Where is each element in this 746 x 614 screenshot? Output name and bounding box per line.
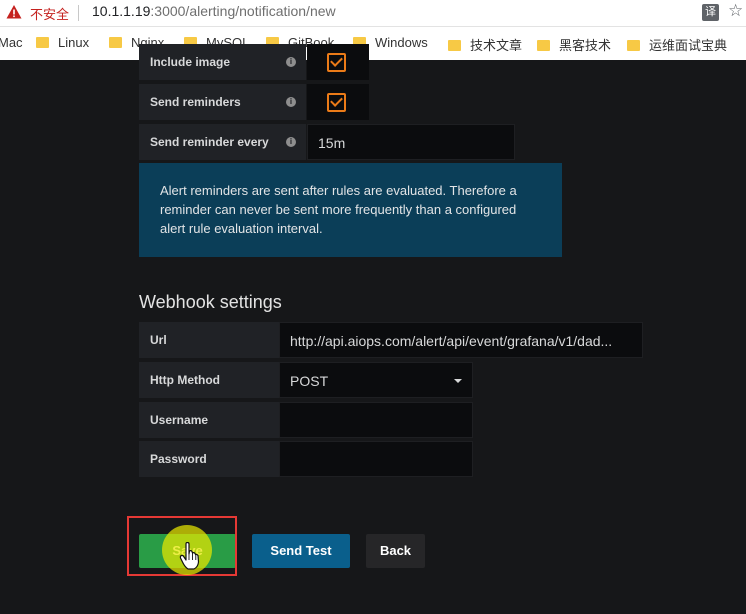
send-test-button[interactable]: Send Test xyxy=(252,534,350,568)
password-input[interactable] xyxy=(279,441,473,477)
bookmark-label: Mac xyxy=(0,35,23,50)
bookmarks-bar: Mac Linux Nginx MySQL GitBook Windows 技术… xyxy=(0,27,746,60)
info-icon[interactable]: i xyxy=(286,97,296,107)
webhook-url-input[interactable]: http://api.aiops.com/alert/api/event/gra… xyxy=(279,322,643,358)
bookmark-item[interactable]: Mac xyxy=(0,35,23,50)
include-image-label: Include image i xyxy=(139,44,306,80)
bookmark-label: 黑客技术 xyxy=(559,38,612,53)
reminder-info-box: Alert reminders are sent after rules are… xyxy=(139,163,562,257)
translate-icon[interactable]: 译 xyxy=(702,4,719,21)
checkbox-checked-icon xyxy=(327,93,346,112)
bookmark-label: 技术文章 xyxy=(470,38,523,53)
bookmark-label: Linux xyxy=(58,35,90,50)
bookmark-item[interactable]: 技术文章 xyxy=(448,35,522,54)
send-reminders-checkbox[interactable] xyxy=(307,84,369,120)
bookmark-item[interactable]: Linux xyxy=(36,35,89,50)
reminder-interval-input[interactable]: 15m xyxy=(307,124,515,160)
back-button[interactable]: Back xyxy=(366,534,425,568)
bookmark-label: 运维面试宝典 xyxy=(649,38,728,53)
http-method-select[interactable]: POST xyxy=(279,362,473,398)
bookmark-star-icon[interactable]: ☆ xyxy=(728,1,743,21)
folder-icon xyxy=(627,40,640,51)
caret-down-icon xyxy=(454,379,462,383)
send-reminder-every-text: Send reminder every xyxy=(150,135,269,149)
folder-icon xyxy=(109,37,122,48)
info-icon[interactable]: i xyxy=(286,57,296,67)
bookmark-item[interactable]: 运维面试宝典 xyxy=(627,35,727,54)
include-image-checkbox[interactable] xyxy=(307,44,369,80)
folder-icon xyxy=(36,37,49,48)
webhook-settings-title: Webhook settings xyxy=(139,292,282,312)
send-reminder-every-label: Send reminder every i xyxy=(139,124,306,160)
hand-pointer-cursor-icon xyxy=(179,542,200,570)
url-host: 10.1.1.19 xyxy=(92,3,151,19)
folder-icon xyxy=(537,40,550,51)
address-bar[interactable]: 不安全 10.1.1.19:3000/alerting/notification… xyxy=(0,0,746,27)
username-input[interactable] xyxy=(279,402,473,438)
url-text[interactable]: 10.1.1.19:3000/alerting/notification/new xyxy=(92,3,336,19)
address-separator xyxy=(78,5,79,21)
include-image-text: Include image xyxy=(150,55,231,69)
insecure-label[interactable]: 不安全 xyxy=(30,4,69,23)
checkbox-checked-icon xyxy=(327,53,346,72)
warning-icon xyxy=(6,5,22,19)
notification-form: Include image i Send reminders i Send re… xyxy=(0,44,746,614)
send-reminders-text: Send reminders xyxy=(150,95,241,109)
folder-icon xyxy=(448,40,461,51)
info-icon[interactable]: i xyxy=(286,137,296,147)
bookmark-label: Windows xyxy=(375,35,428,50)
url-path: :3000/alerting/notification/new xyxy=(150,3,336,19)
http-method-value: POST xyxy=(290,373,329,389)
send-reminders-label: Send reminders i xyxy=(139,84,306,120)
bookmark-item[interactable]: 黑客技术 xyxy=(537,35,611,54)
